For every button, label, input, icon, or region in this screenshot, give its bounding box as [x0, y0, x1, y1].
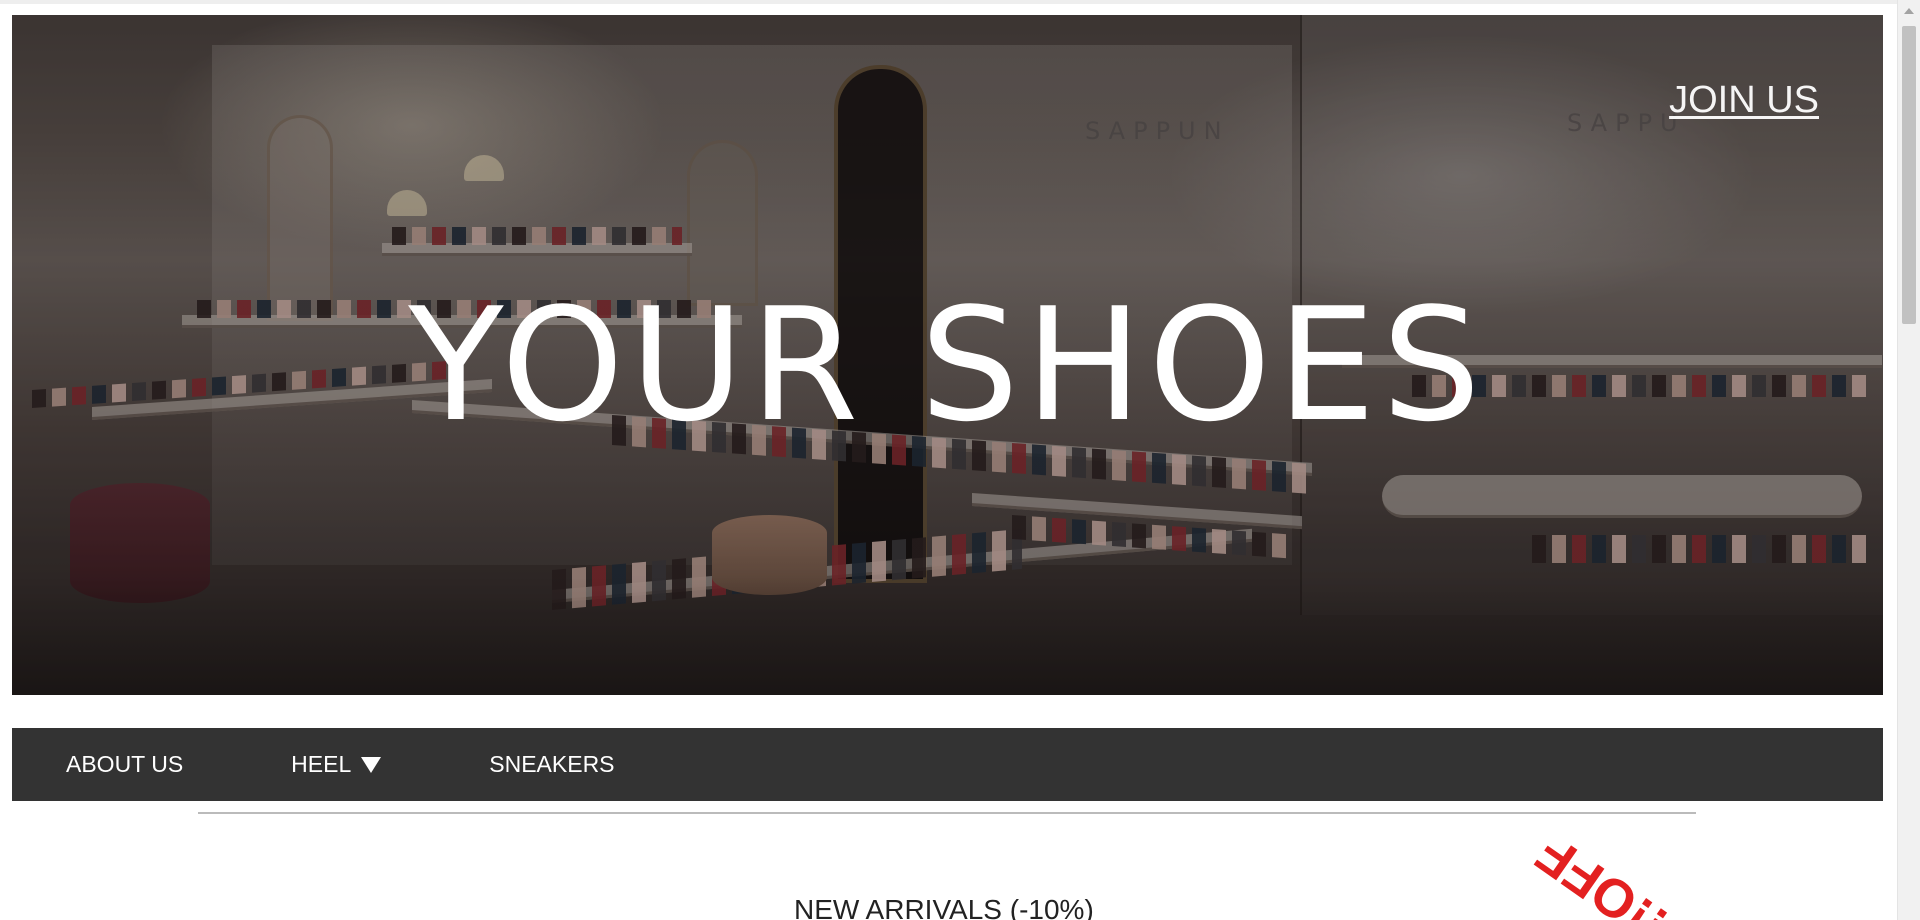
section-divider	[198, 812, 1696, 814]
scrollbar-thumb[interactable]	[1902, 26, 1916, 324]
vertical-scrollbar[interactable]	[1897, 0, 1920, 920]
scroll-up-arrow-icon[interactable]	[1904, 8, 1914, 14]
nav-item-label: ABOUT US	[66, 751, 184, 777]
nav-item-label: HEEL	[291, 751, 352, 777]
main-navigation: ABOUT US HEEL SNEAKERS	[12, 728, 1883, 801]
nav-item-about-us[interactable]: ABOUT US	[66, 751, 183, 778]
top-border	[0, 0, 1920, 4]
join-us-link[interactable]: JOIN US	[1669, 79, 1819, 122]
nav-item-sneakers[interactable]: SNEAKERS	[489, 751, 614, 778]
hero-banner: SAPPUN SAPPU JOIN US YOUR SHOES	[12, 15, 1883, 695]
nav-item-heel[interactable]: HEEL	[291, 751, 382, 778]
caret-down-icon	[361, 756, 382, 773]
page: SAPPUN SAPPU JOIN US YOUR SHOES ABOUT US…	[0, 0, 1920, 920]
nav-item-label: SNEAKERS	[489, 751, 615, 777]
section-title-new-arrivals: NEW ARRIVALS (-10%)	[794, 894, 1094, 920]
promo-stamp: !!OFF	[1525, 823, 1679, 920]
hero-title: YOUR SHOES	[408, 274, 1487, 456]
